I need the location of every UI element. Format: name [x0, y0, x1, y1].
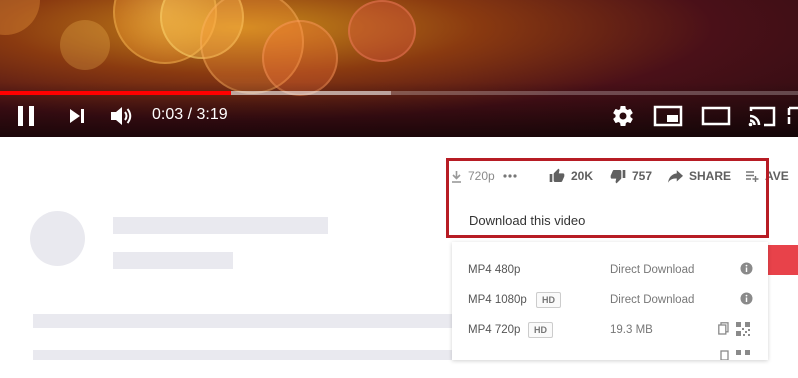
highlight-frame — [446, 158, 769, 238]
format-label: MP4 1080p — [468, 294, 527, 306]
download-options-dropdown: MP4 480p Direct Download MP4 1080p HD Di… — [452, 242, 768, 360]
format-label: MP4 720p — [468, 324, 521, 336]
info-icon[interactable] — [740, 292, 753, 305]
next-button[interactable] — [62, 101, 92, 131]
progress-played — [0, 91, 232, 95]
bokeh-light — [60, 20, 110, 70]
copy-icon[interactable] — [718, 322, 729, 335]
format-label: MP4 480p — [468, 264, 521, 276]
download-option-row[interactable] — [452, 348, 768, 378]
progress-bar[interactable] — [0, 91, 798, 95]
file-size: 19.3 MB — [610, 324, 653, 336]
bokeh-light — [348, 0, 416, 62]
cast-button[interactable] — [744, 101, 780, 131]
time-display: 0:03 / 3:19 — [152, 106, 228, 123]
download-option-row[interactable]: MP4 720p HD 19.3 MB — [452, 316, 768, 346]
qr-code-icon[interactable] — [736, 322, 750, 336]
volume-button[interactable] — [106, 101, 138, 131]
miniplayer-button[interactable] — [650, 101, 686, 131]
skip-next-icon — [70, 109, 84, 123]
video-player[interactable]: 0:03 / 3:19 — [0, 0, 798, 137]
description-placeholder — [33, 314, 458, 328]
subtitle-placeholder — [113, 252, 233, 269]
miniplayer-icon — [653, 105, 683, 127]
hd-badge: HD — [536, 292, 561, 308]
hd-badge: HD — [528, 322, 553, 338]
description-placeholder — [33, 350, 458, 360]
fullscreen-icon — [787, 106, 798, 124]
theater-mode-icon — [701, 106, 731, 126]
theater-mode-button[interactable] — [698, 101, 734, 131]
title-placeholder — [113, 217, 328, 234]
gear-icon — [613, 106, 633, 127]
direct-download-link[interactable]: Direct Download — [610, 264, 694, 276]
download-option-row[interactable]: MP4 1080p HD Direct Download — [452, 286, 768, 316]
subscribe-button-partial[interactable] — [768, 245, 798, 275]
channel-avatar-placeholder — [30, 211, 85, 266]
bokeh-light — [0, 0, 40, 35]
cast-icon — [748, 106, 776, 127]
download-option-row[interactable]: MP4 480p Direct Download — [452, 256, 768, 286]
volume-icon — [111, 107, 132, 125]
direct-download-link[interactable]: Direct Download — [610, 294, 694, 306]
fullscreen-button-partial[interactable] — [786, 101, 798, 131]
pause-icon — [18, 106, 34, 126]
settings-button[interactable] — [606, 101, 640, 131]
copy-icon[interactable] — [720, 350, 730, 360]
info-icon[interactable] — [740, 262, 753, 275]
play-pause-button[interactable] — [6, 101, 46, 131]
qr-code-icon[interactable] — [736, 350, 750, 360]
